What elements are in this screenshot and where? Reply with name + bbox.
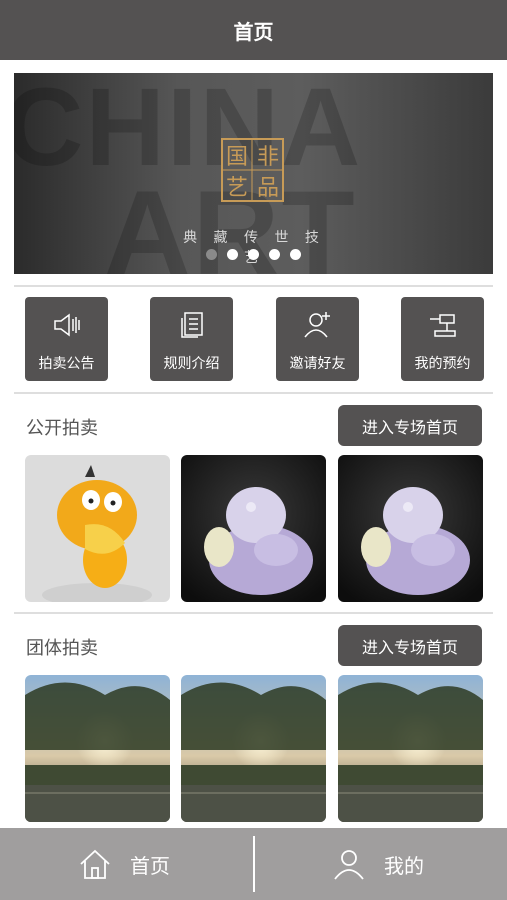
jade-carving-image xyxy=(181,455,326,602)
jade-carving-image xyxy=(338,455,483,602)
seal-logo: 国 非 艺 品 xyxy=(221,138,284,202)
quick-action-label: 邀请好友 xyxy=(289,356,346,372)
user-icon xyxy=(334,850,364,880)
section-title-public-auction: 公开拍卖 xyxy=(26,418,98,439)
auction-item-card[interactable] xyxy=(338,455,483,602)
auction-item-card[interactable] xyxy=(338,675,483,822)
tab-mine-label: 我的 xyxy=(384,853,424,878)
tab-mine[interactable]: 我的 xyxy=(332,828,424,900)
tab-home[interactable]: 首页 xyxy=(78,828,170,900)
quick-action-label: 规则介绍 xyxy=(163,356,220,372)
my-reservation-button[interactable]: 我的预约 xyxy=(401,297,484,381)
divider xyxy=(14,612,493,614)
enter-group-auction-button[interactable]: 进入专场首页 xyxy=(338,625,482,666)
invite-friends-button[interactable]: 邀请好友 xyxy=(276,297,359,381)
page-title: 首页 xyxy=(233,19,274,44)
svg-text:非: 非 xyxy=(257,145,279,170)
carousel-dot[interactable] xyxy=(269,249,280,260)
tab-divider xyxy=(253,836,255,892)
svg-text:品: 品 xyxy=(257,176,279,201)
banner-carousel[interactable]: CHINA ART 国 非 艺 品 典 藏 传 世 技 艺 xyxy=(14,73,493,274)
gavel-icon xyxy=(429,314,456,337)
carousel-indicators xyxy=(206,249,301,260)
svg-text:国: 国 xyxy=(226,145,248,170)
sunset-tree-image xyxy=(338,675,483,822)
sunset-tree-image xyxy=(25,675,170,822)
section-title-group-auction: 团体拍卖 xyxy=(26,638,98,659)
divider xyxy=(14,285,493,287)
carousel-dot[interactable] xyxy=(248,249,259,260)
carousel-dot[interactable] xyxy=(290,249,301,260)
app-header: 首页 xyxy=(0,0,507,60)
duck-toy-image xyxy=(25,455,170,602)
home-icon xyxy=(80,849,110,879)
tab-home-label: 首页 xyxy=(130,853,170,878)
auction-item-card[interactable] xyxy=(25,675,170,822)
quick-action-label: 拍卖公告 xyxy=(38,356,95,372)
add-user-icon xyxy=(303,312,330,338)
bottom-tab-bar: 首页 我的 xyxy=(0,828,507,900)
auction-item-card[interactable] xyxy=(181,675,326,822)
document-icon xyxy=(180,312,203,338)
announcement-button[interactable]: 拍卖公告 xyxy=(25,297,108,381)
carousel-dot[interactable] xyxy=(227,249,238,260)
rules-button[interactable]: 规则介绍 xyxy=(150,297,233,381)
divider xyxy=(14,392,493,394)
auction-item-card[interactable] xyxy=(181,455,326,602)
auction-item-card[interactable] xyxy=(25,455,170,602)
megaphone-icon xyxy=(53,313,80,337)
sunset-tree-image xyxy=(181,675,326,822)
banner-slogan: 典 藏 传 世 技 艺 xyxy=(183,230,325,266)
quick-action-label: 我的预约 xyxy=(414,356,471,372)
enter-public-auction-button[interactable]: 进入专场首页 xyxy=(338,405,482,446)
svg-text:艺: 艺 xyxy=(226,176,248,201)
carousel-dot[interactable] xyxy=(206,249,217,260)
